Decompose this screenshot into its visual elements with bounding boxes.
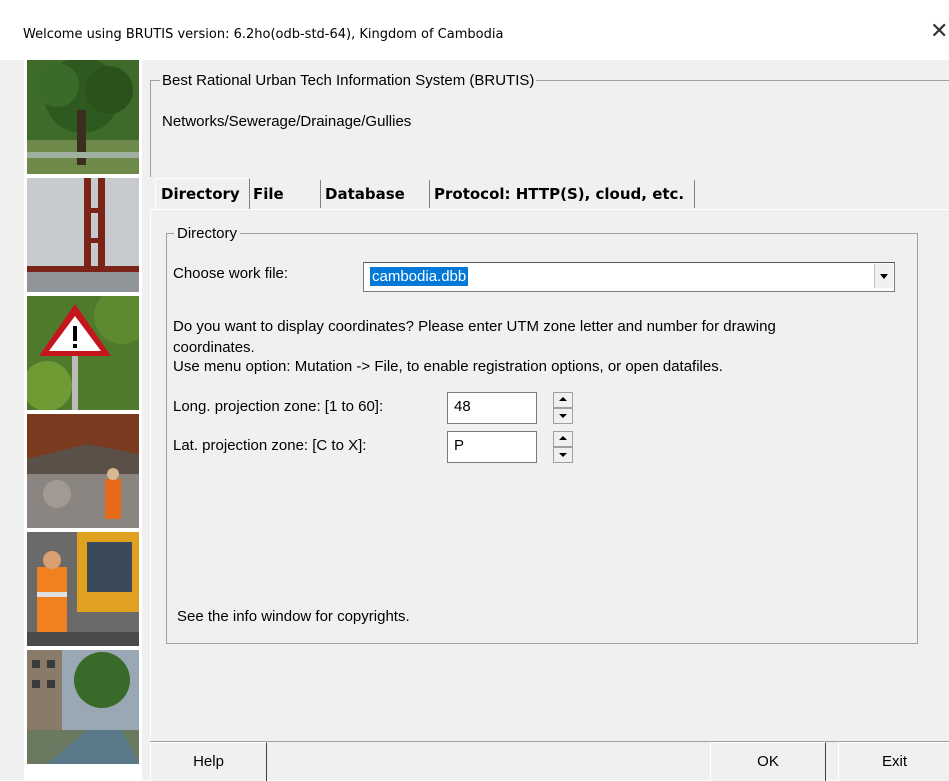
tab-database[interactable]: Database	[320, 180, 430, 208]
lat-zone-value: P	[454, 437, 465, 454]
button-bar-divider	[150, 741, 949, 742]
ok-button[interactable]: OK	[710, 742, 826, 781]
long-zone-label: Long. projection zone: [1 to 60]:	[173, 398, 384, 415]
exit-button[interactable]: Exit	[838, 742, 949, 781]
window-title: Welcome using BRUTIS version: 6.2ho(odb-…	[23, 27, 504, 42]
app-full-name: Best Rational Urban Tech Information Sys…	[160, 72, 537, 89]
chevron-down-icon[interactable]	[874, 264, 893, 288]
help-button[interactable]: Help	[150, 742, 267, 781]
tab-protocol[interactable]: Protocol: HTTP(S), cloud, etc.	[429, 180, 695, 208]
long-zone-spinner[interactable]	[553, 392, 573, 424]
lat-zone-input[interactable]: P	[447, 431, 537, 463]
directory-group-title: Directory	[174, 225, 241, 242]
close-icon[interactable]: ✕	[930, 20, 948, 42]
info-text-line1: Do you want to display coordinates? Plea…	[173, 318, 776, 335]
bridge-photo	[27, 178, 139, 292]
copyright-note: See the info window for copyrights.	[177, 608, 410, 625]
app-subtitle: Networks/Sewerage/Drainage/Gullies	[162, 113, 412, 130]
spin-up-icon[interactable]	[553, 392, 573, 408]
warning-sign-photo	[27, 296, 139, 410]
work-file-select[interactable]: cambodia.dbb	[363, 262, 895, 292]
tab-bar: Directory File Database Protocol: HTTP(S…	[150, 178, 949, 210]
tab-directory[interactable]: Directory	[155, 178, 250, 210]
title-bar: Welcome using BRUTIS version: 6.2ho(odb-…	[0, 0, 949, 60]
long-zone-input[interactable]: 48	[447, 392, 537, 424]
image-strip	[24, 58, 142, 780]
lat-zone-label: Lat. projection zone: [C to X]:	[173, 437, 367, 454]
road-worker-photo	[27, 532, 139, 646]
spin-down-icon[interactable]	[553, 447, 573, 463]
work-file-value: cambodia.dbb	[370, 267, 469, 286]
canal-photo	[27, 650, 139, 764]
work-file-label: Choose work file:	[173, 265, 289, 282]
lat-zone-spinner[interactable]	[553, 431, 573, 463]
info-text-line2: coordinates.	[173, 339, 255, 356]
tab-file[interactable]: File	[248, 180, 321, 208]
brutis-window: Welcome using BRUTIS version: 6.2ho(odb-…	[0, 0, 949, 781]
spin-down-icon[interactable]	[553, 408, 573, 424]
long-zone-value: 48	[454, 398, 471, 415]
info-text-line3: Use menu option: Mutation -> File, to en…	[173, 358, 723, 375]
spin-up-icon[interactable]	[553, 431, 573, 447]
tree-photo	[27, 60, 139, 174]
excavation-photo	[27, 414, 139, 528]
